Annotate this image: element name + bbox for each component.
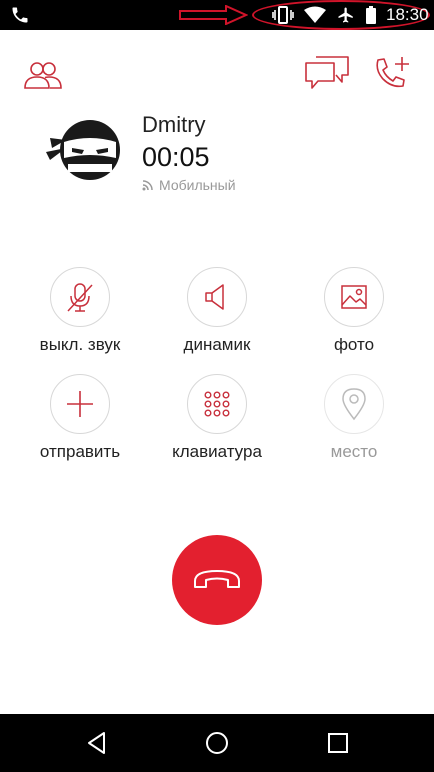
add-call-icon[interactable]	[372, 55, 412, 91]
photo-label: фото	[333, 335, 375, 354]
keypad-icon	[204, 391, 230, 417]
ninja-avatar-icon	[46, 120, 120, 180]
back-icon[interactable]	[84, 730, 110, 756]
send-label: отправить	[39, 442, 121, 461]
photo-button[interactable]: фото	[284, 267, 424, 355]
caller-name: Dmitry	[142, 112, 206, 137]
speaker-label: динамик	[183, 335, 251, 354]
mute-label: выкл. звук	[39, 335, 121, 354]
speaker-button[interactable]: динамик	[147, 267, 287, 355]
signal-icon	[142, 180, 153, 191]
speaker-icon	[205, 284, 224, 310]
home-icon[interactable]	[204, 730, 230, 756]
photo-circle[interactable]	[324, 267, 384, 327]
status-time: 18:30	[386, 5, 429, 24]
status-icons: 18:30	[272, 5, 429, 24]
end-call-button[interactable]	[172, 535, 262, 625]
phone-icon	[12, 7, 28, 23]
wifi-icon	[304, 6, 326, 23]
call-screen: Dmitry 00:05 Мобильный выкл. звук динами…	[0, 30, 434, 714]
status-bar: 18:30	[0, 0, 434, 30]
nav-bar	[0, 714, 434, 772]
network-label: Мобильный	[159, 177, 236, 193]
mic-off-icon	[67, 283, 93, 312]
speaker-circle[interactable]	[187, 267, 247, 327]
location-icon	[342, 388, 366, 421]
location-label: место	[330, 442, 378, 461]
location-button: место	[284, 374, 424, 462]
network-type: Мобильный	[142, 176, 236, 194]
keypad-label: клавиатура	[172, 442, 262, 461]
annotation-arrow-icon	[179, 5, 248, 25]
hangup-icon	[194, 570, 240, 588]
vibrate-icon	[272, 6, 294, 24]
photo-icon	[341, 285, 367, 309]
send-button[interactable]: отправить	[10, 374, 150, 462]
location-circle	[324, 374, 384, 434]
contacts-icon[interactable]	[24, 60, 62, 90]
keypad-button[interactable]: клавиатура	[147, 374, 287, 462]
keypad-circle[interactable]	[187, 374, 247, 434]
chat-icon[interactable]	[304, 55, 350, 91]
recents-icon[interactable]	[325, 730, 351, 756]
plus-icon	[67, 391, 93, 417]
battery-icon	[366, 6, 376, 24]
airplane-icon	[338, 7, 353, 23]
call-duration: 00:05	[142, 142, 210, 172]
send-circle[interactable]	[50, 374, 110, 434]
mute-button[interactable]: выкл. звук	[10, 267, 150, 355]
mute-circle[interactable]	[50, 267, 110, 327]
